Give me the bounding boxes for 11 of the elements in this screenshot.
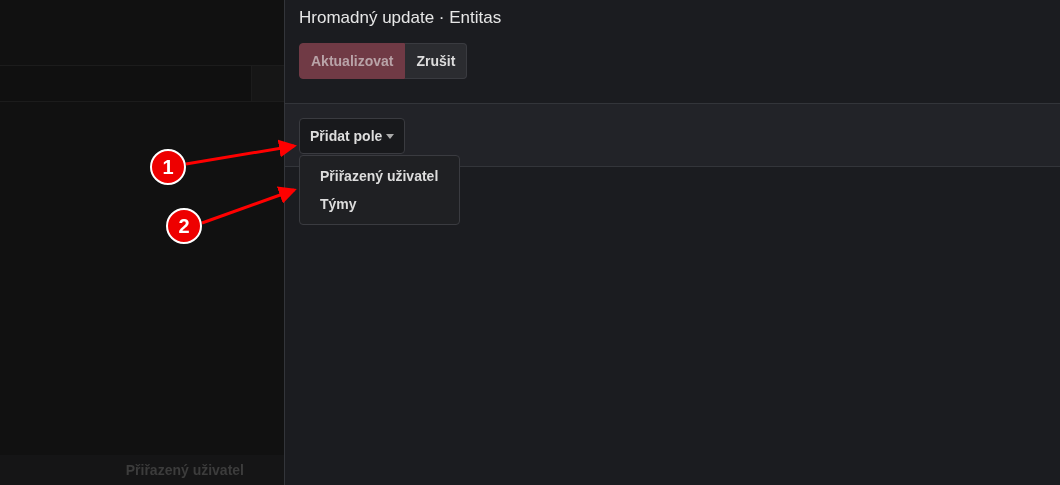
- annotation-number: 1: [162, 156, 174, 178]
- update-button[interactable]: Aktualizovat: [299, 43, 406, 79]
- annotation-number: 2: [178, 215, 190, 237]
- annotation-badge: [150, 149, 186, 185]
- cancel-button[interactable]: Zrušit: [405, 43, 468, 79]
- caret-icon: [386, 133, 395, 139]
- panel-title: Hromadný update · Entitas: [299, 8, 503, 28]
- menu-item[interactable]: Týmy: [300, 190, 459, 218]
- menu-item[interactable]: Přiřazený uživatel: [300, 162, 459, 190]
- annotation-badge: [166, 208, 202, 244]
- add-field-dropdown[interactable]: Přidat pole: [299, 118, 406, 154]
